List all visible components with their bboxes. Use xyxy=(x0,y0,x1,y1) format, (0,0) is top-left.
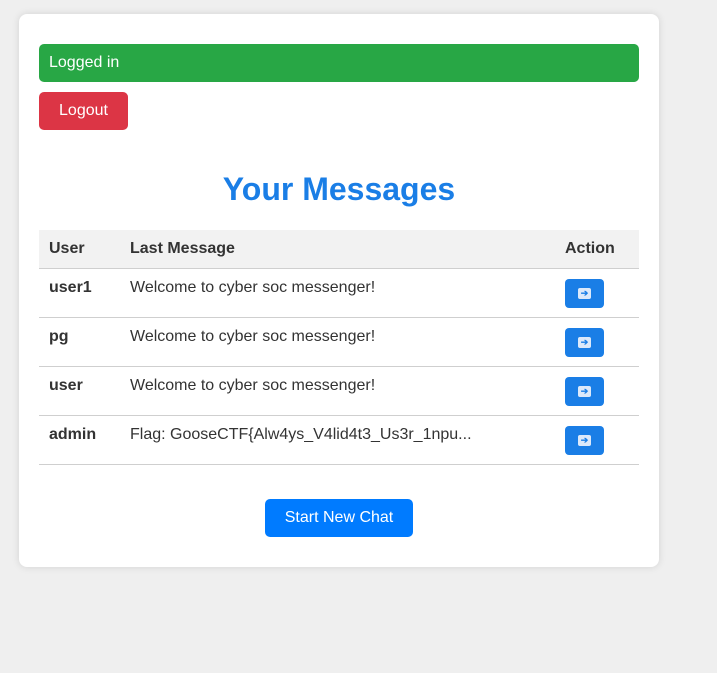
row-last-message: Welcome to cyber soc messenger! xyxy=(120,317,555,367)
open-chat-button[interactable]: ➔ xyxy=(565,377,604,406)
row-action: ➔ xyxy=(555,366,639,416)
row-action: ➔ xyxy=(555,317,639,367)
row-user: pg xyxy=(39,317,120,367)
table-row: user1 Welcome to cyber soc messenger! ➔ xyxy=(39,268,639,318)
header-last-message: Last Message xyxy=(120,230,555,269)
row-last-message: Welcome to cyber soc messenger! xyxy=(120,366,555,416)
table-row: pg Welcome to cyber soc messenger! ➔ xyxy=(39,317,639,367)
open-chat-button[interactable]: ➔ xyxy=(565,426,604,455)
row-user: admin xyxy=(39,415,120,465)
table-row: user Welcome to cyber soc messenger! ➔ xyxy=(39,366,639,416)
start-new-chat-button[interactable]: Start New Chat xyxy=(265,499,413,537)
messages-table: User Last Message Action user1 Welcome t… xyxy=(39,230,639,465)
arrow-right-icon: ➔ xyxy=(578,435,591,446)
row-action: ➔ xyxy=(555,268,639,318)
table-header-row: User Last Message Action xyxy=(39,230,639,269)
arrow-right-icon: ➔ xyxy=(578,288,591,299)
open-chat-button[interactable]: ➔ xyxy=(565,279,604,308)
header-user: User xyxy=(39,230,120,269)
open-chat-button[interactable]: ➔ xyxy=(565,328,604,357)
header-action: Action xyxy=(555,230,639,269)
row-user: user xyxy=(39,366,120,416)
table-row: admin Flag: GooseCTF{Alw4ys_V4lid4t3_Us3… xyxy=(39,415,639,465)
arrow-right-icon: ➔ xyxy=(578,386,591,397)
row-last-message: Flag: GooseCTF{Alw4ys_V4lid4t3_Us3r_1npu… xyxy=(120,415,555,465)
logged-in-banner: Logged in xyxy=(39,44,639,82)
logout-button[interactable]: Logout xyxy=(39,92,128,130)
row-last-message: Welcome to cyber soc messenger! xyxy=(120,268,555,318)
messages-card: Logged in Logout Your Messages User Last… xyxy=(19,14,659,567)
row-user: user1 xyxy=(39,268,120,318)
page-title: Your Messages xyxy=(222,171,456,207)
arrow-right-icon: ➔ xyxy=(578,337,591,348)
row-action: ➔ xyxy=(555,415,639,465)
